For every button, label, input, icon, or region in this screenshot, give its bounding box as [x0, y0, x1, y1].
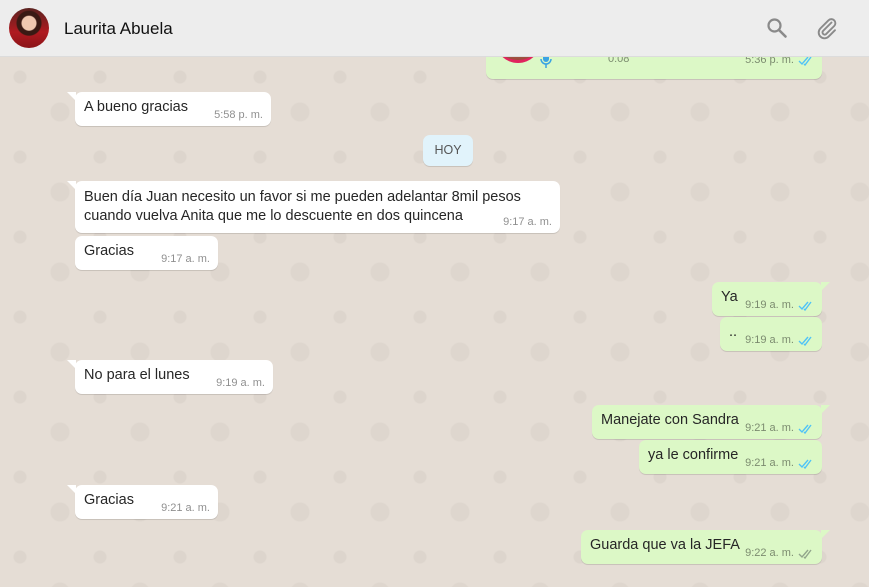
message-meta: 9:21 a. m.	[745, 457, 814, 469]
outgoing-message[interactable]: Manejate con Sandra 9:21 a. m.	[592, 405, 830, 439]
audio-message[interactable]: 0:08 5:36 p. m.	[486, 57, 822, 79]
message-time: 9:19 a. m.	[745, 299, 794, 311]
message-time: 9:21 a. m.	[745, 457, 794, 469]
message-meta: 9:21 a. m.	[161, 502, 210, 514]
incoming-message[interactable]: Gracias 9:21 a. m.	[67, 485, 218, 519]
message-text: cuando vuelva Anita que me lo descuente …	[84, 208, 463, 224]
double-check-icon	[798, 301, 812, 311]
double-check-icon	[798, 336, 812, 346]
double-check-icon	[798, 459, 812, 469]
outgoing-message[interactable]: .. 9:19 a. m.	[720, 317, 822, 351]
message-time: 9:19 a. m.	[216, 377, 265, 389]
message-time: 9:21 a. m.	[745, 422, 794, 434]
incoming-message[interactable]: Gracias 9:17 a. m.	[75, 236, 218, 270]
message-text: Buen día Juan necesito un favor si me pu…	[84, 189, 521, 205]
contact-avatar[interactable]	[9, 8, 49, 48]
message-time: 5:36 p. m.	[745, 57, 794, 66]
day-divider: HOY	[423, 135, 473, 166]
message-meta: 9:17 a. m.	[161, 253, 210, 265]
message-time: 9:21 a. m.	[161, 502, 210, 514]
double-check-icon	[798, 424, 812, 434]
message-time: 9:17 a. m.	[503, 216, 552, 228]
message-meta: 9:19 a. m.	[216, 377, 265, 389]
attach-icon[interactable]	[815, 16, 839, 40]
contact-name[interactable]: Laurita Abuela	[64, 19, 173, 39]
outgoing-message[interactable]: ya le confirme 9:21 a. m.	[639, 440, 822, 474]
search-icon[interactable]	[765, 16, 789, 40]
message-time: 9:19 a. m.	[745, 334, 794, 346]
audio-duration: 0:08	[608, 57, 630, 65]
outgoing-message[interactable]: Ya 9:19 a. m.	[712, 282, 830, 316]
message-meta: 9:17 a. m.	[503, 216, 552, 228]
outgoing-message[interactable]: Guarda que va la JEFA 9:22 a. m.	[581, 530, 830, 564]
message-meta: 9:21 a. m.	[745, 422, 814, 434]
chat-area: 0:08 5:36 p. m. HOY A bueno gracias 5:58 …	[0, 57, 869, 587]
message-time: 9:22 a. m.	[745, 547, 794, 559]
message-time: 5:58 p. m.	[214, 109, 263, 121]
incoming-message[interactable]: No para el lunes 9:19 a. m.	[67, 360, 273, 394]
incoming-message[interactable]: Buen día Juan necesito un favor si me pu…	[67, 181, 560, 233]
incoming-message[interactable]: A bueno gracias 5:58 p. m.	[67, 92, 271, 126]
message-meta: 5:58 p. m.	[214, 109, 263, 121]
chat-header: Laurita Abuela	[0, 0, 869, 57]
message-meta: 9:19 a. m.	[745, 299, 814, 311]
message-meta: 5:36 p. m.	[745, 57, 814, 66]
mic-icon	[540, 57, 552, 68]
message-meta: 9:19 a. m.	[745, 334, 814, 346]
message-meta: 9:22 a. m.	[745, 547, 814, 559]
message-time: 9:17 a. m.	[161, 253, 210, 265]
double-check-icon	[798, 549, 812, 559]
double-check-icon	[798, 57, 812, 66]
audio-sender-avatar	[495, 57, 541, 63]
